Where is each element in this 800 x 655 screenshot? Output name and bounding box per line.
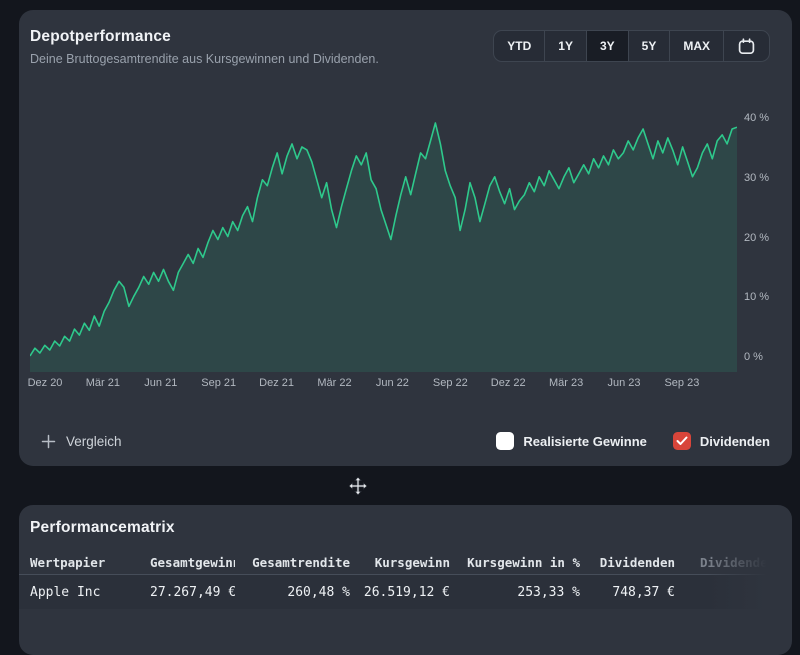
column-header-2: Gesamtrendite [235,555,350,570]
table-cell-0: Apple Inc [30,585,150,600]
range-button-group: YTD1Y3Y5YMAX [493,30,770,62]
table-cell-5: 748,37 € [580,585,675,600]
unchecked-checkbox-icon [496,432,514,450]
y-tick-label: 20 % [744,232,769,244]
table-cell-4: 253,33 % [450,585,580,600]
x-tick-label: Dez 22 [491,377,526,389]
performance-chart-svg [30,110,737,372]
plus-icon [41,434,56,449]
x-tick-label: Sep 22 [433,377,468,389]
y-tick-label: 30 % [744,172,769,184]
checkbox-dividenden[interactable]: Dividenden [673,432,770,450]
table-body: Apple Inc27.267,49 €260,48 %26.519,12 €2… [19,575,792,609]
move-cursor-icon [349,477,367,495]
x-tick-label: Mär 23 [549,377,583,389]
chart-footer: Vergleich Realisierte Gewinne Dividenden [19,430,792,452]
matrix-title: Performancematrix [30,519,175,537]
table-row[interactable]: Apple Inc27.267,49 €260,48 %26.519,12 €2… [19,575,792,609]
x-tick-label: Jun 21 [144,377,177,389]
column-header-0: Wertpapier [30,555,150,570]
performance-matrix-table: WertpapierGesamtgewinnGesamtrenditeKursg… [19,551,792,609]
chart-area-fill [30,123,737,372]
calendar-button[interactable] [723,31,769,61]
add-comparison-button[interactable]: Vergleich [41,434,122,449]
checkbox-realisierte-gewinne[interactable]: Realisierte Gewinne [496,432,647,450]
x-tick-label: Sep 21 [201,377,236,389]
x-tick-label: Dez 20 [28,377,63,389]
x-tick-label: Mär 22 [317,377,351,389]
x-tick-label: Mär 21 [86,377,120,389]
x-tick-label: Dez 21 [259,377,294,389]
table-cell-1: 27.267,49 € [150,585,235,600]
column-header-6: Dividende [675,555,790,570]
card-subtitle: Deine Bruttogesamtrendite aus Kursgewinn… [30,52,379,66]
y-tick-label: 10 % [744,291,769,303]
x-tick-label: Sep 23 [664,377,699,389]
column-header-5: Dividenden [580,555,675,570]
column-header-4: Kursgewinn in % [450,555,580,570]
y-tick-label: 0 % [744,351,763,363]
performance-chart[interactable] [30,110,737,372]
range-button-max[interactable]: MAX [669,31,723,61]
calendar-icon [738,38,755,55]
range-button-3y[interactable]: 3Y [586,31,628,61]
range-button-ytd[interactable]: YTD [494,31,544,61]
column-header-3: Kursgewinn [350,555,450,570]
depotperformance-card: Depotperformance Deine Bruttogesamtrendi… [19,10,792,466]
x-tick-label: Jun 23 [607,377,640,389]
x-tick-label: Jun 22 [376,377,409,389]
table-header-row: WertpapierGesamtgewinnGesamtrenditeKursg… [19,551,792,574]
checked-checkbox-icon [673,432,691,450]
range-button-5y[interactable]: 5Y [628,31,670,61]
range-button-1y[interactable]: 1Y [544,31,586,61]
page-background: { "page": { "background": "#13161d" }, "… [0,0,800,602]
card-title: Depotperformance [30,28,171,46]
performancematrix-card: Performancematrix WertpapierGesamtgewinn… [19,505,792,655]
y-tick-label: 40 % [744,112,769,124]
compare-label: Vergleich [66,434,122,449]
checkbox-label: Realisierte Gewinne [523,434,647,449]
checkbox-label: Dividenden [700,434,770,449]
overlay-toggles: Realisierte Gewinne Dividenden [496,432,770,450]
column-header-1: Gesamtgewinn [150,555,235,570]
table-cell-3: 26.519,12 € [350,585,450,600]
table-cell-2: 260,48 % [235,585,350,600]
